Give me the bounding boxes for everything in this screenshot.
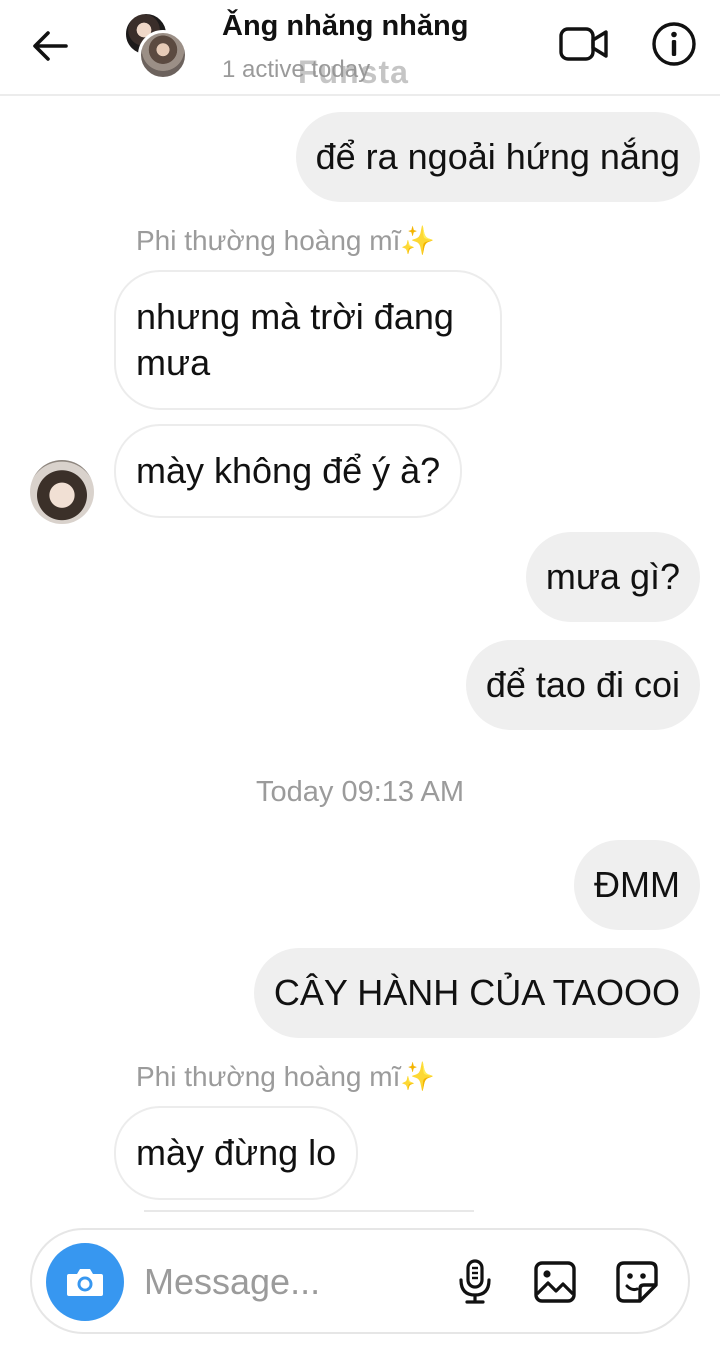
message-line: mưa: [136, 342, 211, 383]
message-bubble-incoming[interactable]: nhưng mà trời đang mưa: [114, 270, 502, 410]
message-bubble-outgoing[interactable]: để tao đi coi: [465, 640, 700, 730]
message-line: nhưng mà trời đang: [136, 296, 454, 337]
sticker-icon: [616, 1261, 658, 1303]
microphone-icon: [459, 1259, 491, 1304]
gallery-button[interactable]: [528, 1254, 582, 1310]
voice-message-button[interactable]: [448, 1254, 502, 1310]
sender-avatar[interactable]: [30, 460, 94, 524]
chat-title[interactable]: Ǎng nhăng nhăng: [222, 10, 468, 43]
sender-name: Phi thường hoàng mĩ✨: [136, 1060, 435, 1093]
message-bubble-incoming[interactable]: mày không để ý à?: [114, 424, 463, 518]
back-button[interactable]: [26, 22, 74, 70]
message-bubble-outgoing[interactable]: ĐMM: [574, 840, 700, 930]
avatar: [138, 30, 188, 80]
info-button[interactable]: [648, 18, 700, 70]
gallery-icon: [534, 1261, 576, 1303]
message-bubble-incoming[interactable]: mày đừng lo: [114, 1106, 359, 1200]
video-call-button[interactable]: [556, 20, 612, 68]
message-bubble-outgoing[interactable]: để ra ngoải hứng nắng: [295, 112, 700, 202]
info-icon: [652, 22, 696, 66]
sparkles-icon: ✨: [400, 225, 436, 256]
video-call-icon: [559, 27, 608, 61]
sticker-button[interactable]: [610, 1254, 664, 1310]
message-input[interactable]: [144, 1254, 434, 1310]
back-arrow-icon: [33, 31, 68, 61]
chat-header: Ǎng nhăng nhăng 1 active today Funsta: [0, 0, 720, 96]
camera-icon: [67, 1269, 103, 1296]
sparkles-icon: ✨: [400, 1061, 436, 1092]
message-bubble-outgoing[interactable]: mưa gì?: [525, 532, 700, 622]
divider: [144, 1210, 474, 1212]
message-timestamp: Today 09:13 AM: [256, 776, 464, 808]
message-composer: [30, 1228, 690, 1334]
sender-label: Phi thường hoàng mĩ: [136, 225, 401, 256]
camera-button[interactable]: [46, 1243, 124, 1321]
watermark: Funsta: [298, 54, 409, 90]
sender-label: Phi thường hoàng mĩ: [136, 1061, 401, 1092]
sender-name: Phi thường hoàng mĩ✨: [136, 224, 435, 257]
message-bubble-outgoing[interactable]: CÂY HÀNH CỦA TAOOO: [253, 948, 700, 1038]
group-avatar[interactable]: [124, 12, 190, 80]
